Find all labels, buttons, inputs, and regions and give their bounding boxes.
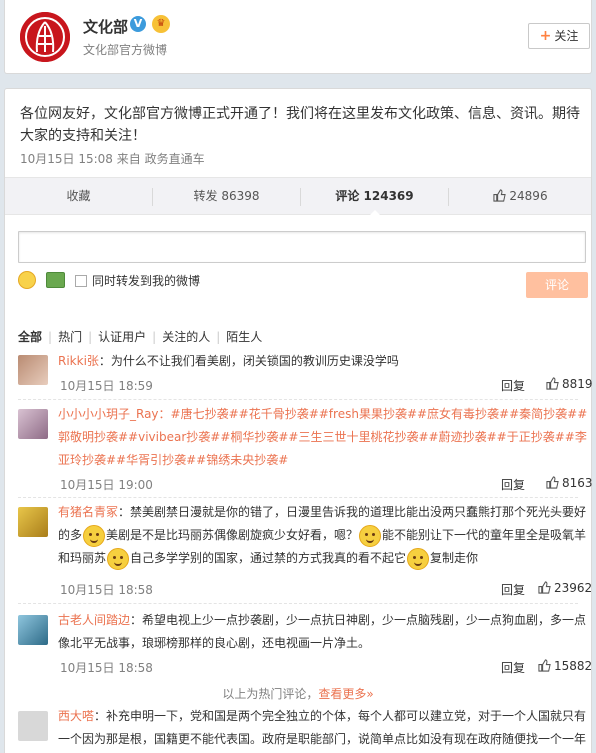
comment-like-button[interactable]: 23962 xyxy=(538,581,592,595)
like-count: 24896 xyxy=(509,189,548,203)
comment-divider xyxy=(18,603,578,604)
repost-button[interactable]: 转发 86398 xyxy=(153,178,300,215)
comment-time: 10月15日 18:58 xyxy=(60,583,153,597)
favorite-button[interactable]: 收藏 xyxy=(5,178,152,215)
comment-body: 美剧是不是比玛丽苏偶像剧旋疯少女好看，嗯？ xyxy=(106,528,359,542)
follow-button[interactable]: + 关注 xyxy=(528,23,590,49)
comment-body: ：补充申明一下，党和国是两个完全独立的个体，每个人都可以建立党，对于一个人国就只… xyxy=(58,709,587,746)
post-text: 各位网友好，文化部官方微博正式开通了！我们将在这里发布文化政策、信息、资讯。期待… xyxy=(20,106,580,144)
hot-comments-note: 以上为热门评论，查看更多» xyxy=(5,685,591,702)
comment-time: 10月15日 18:59 xyxy=(60,379,153,393)
comment-like-button[interactable]: 15882 xyxy=(538,659,592,673)
tab-following[interactable]: 关注的人 xyxy=(162,328,210,345)
comment-text: Rikki张：为什么不让我们看美剧，闭关锁国的教训历史课没学吗 xyxy=(58,350,590,373)
reply-link[interactable]: 回复 xyxy=(501,377,525,394)
tab-verified[interactable]: 认证用户 xyxy=(98,328,146,345)
emoji-icon[interactable] xyxy=(18,271,36,289)
avatar[interactable] xyxy=(18,355,48,385)
thumb-up-icon xyxy=(546,377,559,390)
profile-card: 文化部 V ♛ 文化部官方微博 + 关注 xyxy=(4,0,592,74)
laugh-emoji-icon xyxy=(107,547,130,570)
comment-username[interactable]: 古老人间踏边 xyxy=(58,613,130,627)
avatar[interactable] xyxy=(18,711,48,741)
profile-subtitle: 文化部官方微博 xyxy=(83,43,168,57)
comment-body: 复制走你 xyxy=(430,551,479,565)
laugh-emoji-icon xyxy=(83,524,106,547)
avatar[interactable] xyxy=(18,409,48,439)
laugh-emoji-icon xyxy=(359,524,382,547)
member-crown-icon[interactable]: ♛ xyxy=(152,15,170,33)
comment-username[interactable]: Rikki张 xyxy=(58,354,99,368)
comment-like-button[interactable]: 8163 xyxy=(546,476,593,490)
image-icon[interactable] xyxy=(46,272,65,288)
thumb-up-icon xyxy=(538,659,551,672)
tab-divider: | xyxy=(88,330,93,344)
avatar[interactable] xyxy=(18,507,48,537)
comment-tab-button[interactable]: 评论 124369 xyxy=(301,178,448,216)
thumb-up-icon xyxy=(493,189,507,202)
post-actions-bar: 收藏 转发 86398 评论 124369 24896 xyxy=(5,177,592,216)
comment-filter-tabs: 全部 | 热门 | 认证用户 | 关注的人 | 陌生人 xyxy=(18,328,262,345)
tab-divider: | xyxy=(152,330,157,344)
laugh-emoji-icon xyxy=(407,547,430,570)
submit-comment-button[interactable]: 评论 xyxy=(526,272,588,298)
hot-note-text: 以上为热门评论， xyxy=(222,687,319,701)
tab-hot[interactable]: 热门 xyxy=(58,328,82,345)
comment-body: 自己多学学别的国家，通过禁的方式我真的看不起它 xyxy=(130,551,407,565)
reply-link[interactable]: 回复 xyxy=(501,659,525,676)
comment-text: 小小小小玥子_Ray：#唐七抄袭##花千骨抄袭##fresh果果抄袭##庶女有毒… xyxy=(58,403,590,472)
comment-body: ：希望电视上少一点抄袭剧，少一点抗日神剧，少一点脑残剧，少一点狗血剧，多一点像北… xyxy=(58,613,587,650)
comment-text: 西大嗒：补充申明一下，党和国是两个完全独立的个体，每个人都可以建立党，对于一个人… xyxy=(58,705,590,751)
comment-username[interactable]: 西大嗒 xyxy=(58,709,94,723)
follow-label: 关注 xyxy=(554,29,579,43)
comment-divider xyxy=(18,497,578,498)
tab-divider: | xyxy=(48,330,53,344)
view-more-link[interactable]: 查看更多» xyxy=(318,687,373,701)
reply-link[interactable]: 回复 xyxy=(501,581,525,598)
tab-divider: | xyxy=(216,330,221,344)
comment-text: 古老人间踏边：希望电视上少一点抄袭剧，少一点抗日神剧，少一点脑残剧，少一点狗血剧… xyxy=(58,609,590,655)
plus-icon: + xyxy=(539,28,552,44)
profile-name[interactable]: 文化部 xyxy=(83,16,128,37)
repost-checkbox[interactable] xyxy=(75,275,87,287)
reply-link[interactable]: 回复 xyxy=(501,476,525,493)
comment-like-count: 15882 xyxy=(554,659,593,673)
comment-like-count: 8819 xyxy=(562,377,593,391)
ministry-logo[interactable] xyxy=(20,12,70,62)
comment-like-count: 23962 xyxy=(554,581,593,595)
comment-like-count: 8163 xyxy=(562,476,593,490)
comment-input[interactable] xyxy=(18,231,586,263)
thumb-up-icon xyxy=(538,581,551,594)
comment-body: ：为什么不让我们看美剧，闭关锁国的教训历史课没学吗 xyxy=(98,354,399,368)
comment-time: 10月15日 18:58 xyxy=(60,661,153,675)
comment-like-button[interactable]: 8819 xyxy=(546,377,593,391)
tab-all[interactable]: 全部 xyxy=(18,328,42,345)
comment-username[interactable]: 有猪名青冢 xyxy=(58,505,118,519)
comment-username[interactable]: 小小小小玥子_Ray xyxy=(58,407,159,421)
verified-icon: V xyxy=(130,16,146,32)
repost-checkbox-label: 同时转发到我的微博 xyxy=(92,274,201,288)
post-meta: 10月15日 15:08 来自 政务直通车 xyxy=(20,152,205,166)
avatar[interactable] xyxy=(18,615,48,645)
thumb-up-icon xyxy=(546,476,559,489)
comment-text: 有猪名青冢：禁美剧禁日漫就是你的错了，日漫里告诉我的道理比能出没两只蠢熊打那个死… xyxy=(58,501,590,570)
post-card: 各位网友好，文化部官方微博正式开通了！我们将在这里发布文化政策、信息、资讯。期待… xyxy=(4,88,593,753)
comment-time: 10月15日 19:00 xyxy=(60,478,153,492)
like-button[interactable]: 24896 xyxy=(449,178,592,215)
tab-strangers[interactable]: 陌生人 xyxy=(226,328,262,345)
comment-divider xyxy=(18,399,578,400)
